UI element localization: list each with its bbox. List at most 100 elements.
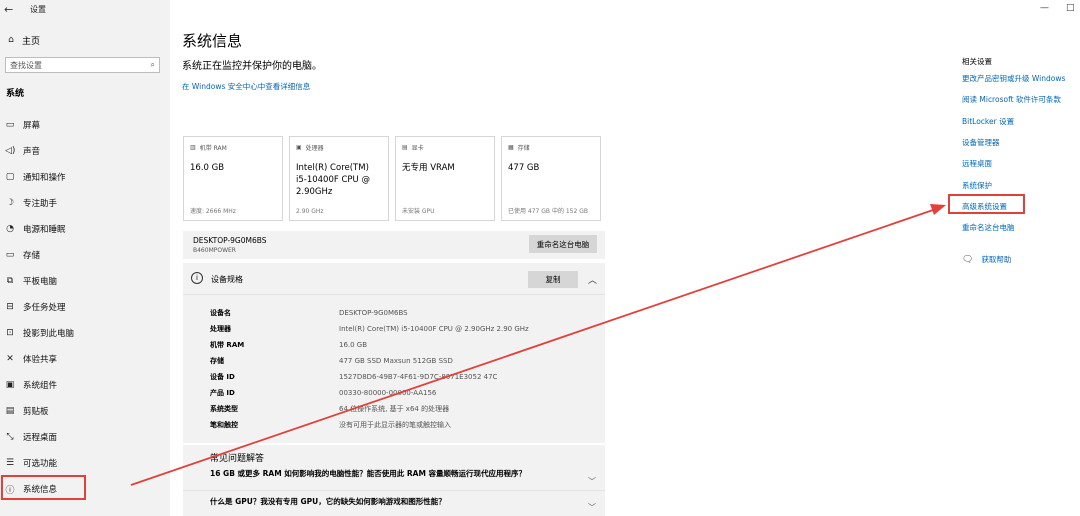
link-bitlocker[interactable]: BitLocker 设置 bbox=[962, 111, 1080, 132]
faq-panel[interactable]: 什么是 GPU？我没有专用 GPU，它的缺失如何影响游戏和图形性能？ ﹀ bbox=[183, 490, 605, 516]
sidebar-item-sound[interactable]: ◁) 声音 bbox=[0, 138, 170, 164]
sidebar-item-project[interactable]: ⊡ 投影到此电脑 bbox=[0, 320, 170, 346]
chevron-down-icon[interactable]: ﹀ bbox=[588, 502, 596, 513]
section-label-system: 系统 bbox=[6, 89, 25, 99]
sidebar-item-components[interactable]: ▣ 系统组件 bbox=[0, 372, 170, 398]
spec-row: 设备名 DESKTOP-9G0M6BS bbox=[210, 305, 529, 321]
card-value: 477 GB bbox=[508, 163, 540, 173]
faq-panel[interactable]: 常见问题解答 16 GB 或更多 RAM 如何影响我的电脑性能？能否使用此 RA… bbox=[183, 445, 605, 490]
spec-rows: 设备名 DESKTOP-9G0M6BS 处理器 Intel(R) Core(TM) … bbox=[210, 305, 529, 433]
maximize-icon[interactable]: □ bbox=[1066, 3, 1075, 13]
spec-value: DESKTOP-9G0M6BS bbox=[339, 309, 408, 317]
sidebar-item-focus[interactable]: ☽ 专注助手 bbox=[0, 190, 170, 216]
spec-row: 处理器 Intel(R) Core(TM) i5-10400F CPU @ 2.9… bbox=[210, 321, 529, 337]
sidebar-item-clipboard[interactable]: ▤ 剪贴板 bbox=[0, 398, 170, 424]
spec-row: 设备 ID 1527D8D6-49B7-4F61-9D7C-8071E3052 4… bbox=[210, 369, 529, 385]
card-value: Intel(R) Core(TM) i5-10400F CPU @ 2.90GH… bbox=[296, 163, 370, 197]
link-license-terms[interactable]: 阅读 Microsoft 软件许可条款 bbox=[962, 89, 1080, 110]
power-icon: ◔ bbox=[6, 224, 14, 234]
sidebar-item-optional-features[interactable]: ☰ 可选功能 bbox=[0, 450, 170, 476]
spec-label: 存储 bbox=[210, 357, 224, 365]
sidebar-item-label: 可选功能 bbox=[23, 459, 58, 469]
chevron-down-icon[interactable]: ﹀ bbox=[588, 476, 596, 487]
spec-header[interactable]: i 设备规格 复制 ︿ bbox=[183, 263, 605, 295]
sidebar-item-label: 远程桌面 bbox=[23, 433, 58, 443]
sidebar-item-tablet[interactable]: ⧉ 平板电脑 bbox=[0, 268, 170, 294]
card-head-label: 显卡 bbox=[411, 145, 424, 152]
hardware-cards: ▥ 机带 RAM 16.0 GB 速度: 2666 MHz ▣ 处理器 Intel(… bbox=[183, 136, 601, 221]
link-change-product-key[interactable]: 更改产品密钥或升级 Windows bbox=[962, 68, 1080, 89]
device-spec-panel: i 设备规格 复制 ︿ 设备名 DESKTOP-9G0M6BS 处理器 Intel(… bbox=[183, 263, 605, 443]
share-icon: ✕ bbox=[6, 354, 14, 364]
copy-button[interactable]: 复制 bbox=[528, 271, 578, 288]
moon-icon: ☽ bbox=[5, 198, 15, 208]
remote-icon: ⤡ bbox=[6, 432, 14, 442]
sidebar-item-label: 声音 bbox=[23, 147, 41, 157]
card-foot: 已使用 477 GB 中的 152 GB bbox=[508, 208, 588, 215]
card-head-label: 处理器 bbox=[305, 145, 324, 152]
sidebar-item-display[interactable]: ▭ 屏幕 bbox=[0, 112, 170, 138]
spec-label: 产品 ID bbox=[210, 389, 235, 397]
sidebar-item-label: 系统组件 bbox=[23, 381, 58, 391]
spec-row: 笔和触控 没有可用于此显示器的笔或触控输入 bbox=[210, 417, 529, 433]
get-help-link[interactable]: 🗨 获取帮助 bbox=[962, 254, 1011, 265]
spec-title: 设备规格 bbox=[211, 275, 243, 284]
faq-title: 常见问题解答 bbox=[210, 454, 265, 464]
faq-question[interactable]: 什么是 GPU？我没有专用 GPU，它的缺失如何影响游戏和图形性能？ bbox=[210, 496, 446, 507]
gpu-icon: ▤ bbox=[402, 144, 408, 151]
notification-icon: ▢ bbox=[5, 172, 15, 182]
faq-question[interactable]: 16 GB 或更多 RAM 如何影响我的电脑性能？能否使用此 RAM 容量顺畅运… bbox=[210, 468, 526, 479]
sidebar-item-power[interactable]: ◔ 电源和睡眠 bbox=[0, 216, 170, 242]
card-foot: 速度: 2666 MHz bbox=[190, 208, 236, 215]
sidebar-item-label: 体验共享 bbox=[23, 355, 58, 365]
device-model: B460MPOWER bbox=[193, 247, 236, 254]
card-ram: ▥ 机带 RAM 16.0 GB 速度: 2666 MHz bbox=[183, 136, 283, 221]
back-arrow-icon[interactable]: ← bbox=[4, 3, 13, 16]
card-gpu: ▤ 显卡 无专用 VRAM 未安装 GPU bbox=[395, 136, 495, 221]
annotation-box-about bbox=[1, 475, 86, 500]
project-icon: ⊡ bbox=[6, 328, 14, 338]
sidebar-item-multitasking[interactable]: ⊟ 多任务处理 bbox=[0, 294, 170, 320]
card-head-label: 机带 RAM bbox=[199, 145, 227, 152]
sidebar-item-storage[interactable]: ▭ 存储 bbox=[0, 242, 170, 268]
card-foot: 未安装 GPU bbox=[402, 208, 435, 215]
card-head-label: 存储 bbox=[517, 145, 530, 152]
sidebar-item-label: 电源和睡眠 bbox=[23, 225, 66, 235]
sidebar-item-shared-experiences[interactable]: ✕ 体验共享 bbox=[0, 346, 170, 372]
window-title: 设置 bbox=[30, 5, 46, 14]
link-remote-desktop[interactable]: 远程桌面 bbox=[962, 153, 1080, 174]
info-icon: i bbox=[191, 272, 203, 284]
ram-icon: ▥ bbox=[190, 144, 196, 151]
minimize-icon[interactable]: — bbox=[1040, 3, 1049, 13]
clipboard-icon: ▤ bbox=[5, 406, 15, 416]
sidebar-item-notifications[interactable]: ▢ 通知和操作 bbox=[0, 164, 170, 190]
spec-row: 产品 ID 00330-80000-00000-AA156 bbox=[210, 385, 529, 401]
sidebar-home[interactable]: ⌂ 主页 bbox=[6, 33, 40, 47]
link-system-protection[interactable]: 系统保护 bbox=[962, 174, 1080, 195]
features-icon: ☰ bbox=[5, 458, 15, 468]
speaker-icon: ◁) bbox=[5, 146, 16, 156]
multitask-icon: ⊟ bbox=[6, 302, 14, 312]
storage-icon: ▭ bbox=[5, 250, 15, 260]
spec-label: 笔和触控 bbox=[210, 421, 238, 429]
spec-label: 系统类型 bbox=[210, 405, 238, 413]
sidebar-item-label: 通知和操作 bbox=[23, 173, 66, 183]
link-rename-pc[interactable]: 重命名这台电脑 bbox=[962, 217, 1080, 238]
sidebar-item-remote-desktop[interactable]: ⤡ 远程桌面 bbox=[0, 424, 170, 450]
sidebar-item-label: 屏幕 bbox=[23, 121, 41, 131]
rename-pc-button[interactable]: 重命名这台电脑 bbox=[529, 235, 597, 253]
search-input[interactable]: 查找设置 ⌕ bbox=[5, 57, 160, 73]
device-name-row: DESKTOP-9G0M6BS B460MPOWER 重命名这台电脑 bbox=[183, 231, 605, 259]
chevron-up-icon[interactable]: ︿ bbox=[588, 273, 597, 286]
card-value: 无专用 VRAM bbox=[402, 163, 455, 173]
sidebar-item-label: 存储 bbox=[23, 251, 41, 261]
spec-value: 00330-80000-00000-AA156 bbox=[339, 389, 437, 397]
spec-value: 没有可用于此显示器的笔或触控输入 bbox=[339, 421, 451, 429]
spec-label: 处理器 bbox=[210, 325, 231, 333]
link-device-manager[interactable]: 设备管理器 bbox=[962, 132, 1080, 153]
card-value: 16.0 GB bbox=[190, 163, 225, 173]
sidebar: ← 设置 ⌂ 主页 查找设置 ⌕ 系统 ▭ 屏幕 ◁) 声音 ▢ 通知和操作 ☽ 专注助… bbox=[0, 0, 170, 516]
components-icon: ▣ bbox=[5, 380, 15, 390]
sidebar-item-label: 专注助手 bbox=[23, 199, 58, 209]
security-center-link[interactable]: 在 Windows 安全中心中查看详细信息 bbox=[182, 81, 310, 92]
